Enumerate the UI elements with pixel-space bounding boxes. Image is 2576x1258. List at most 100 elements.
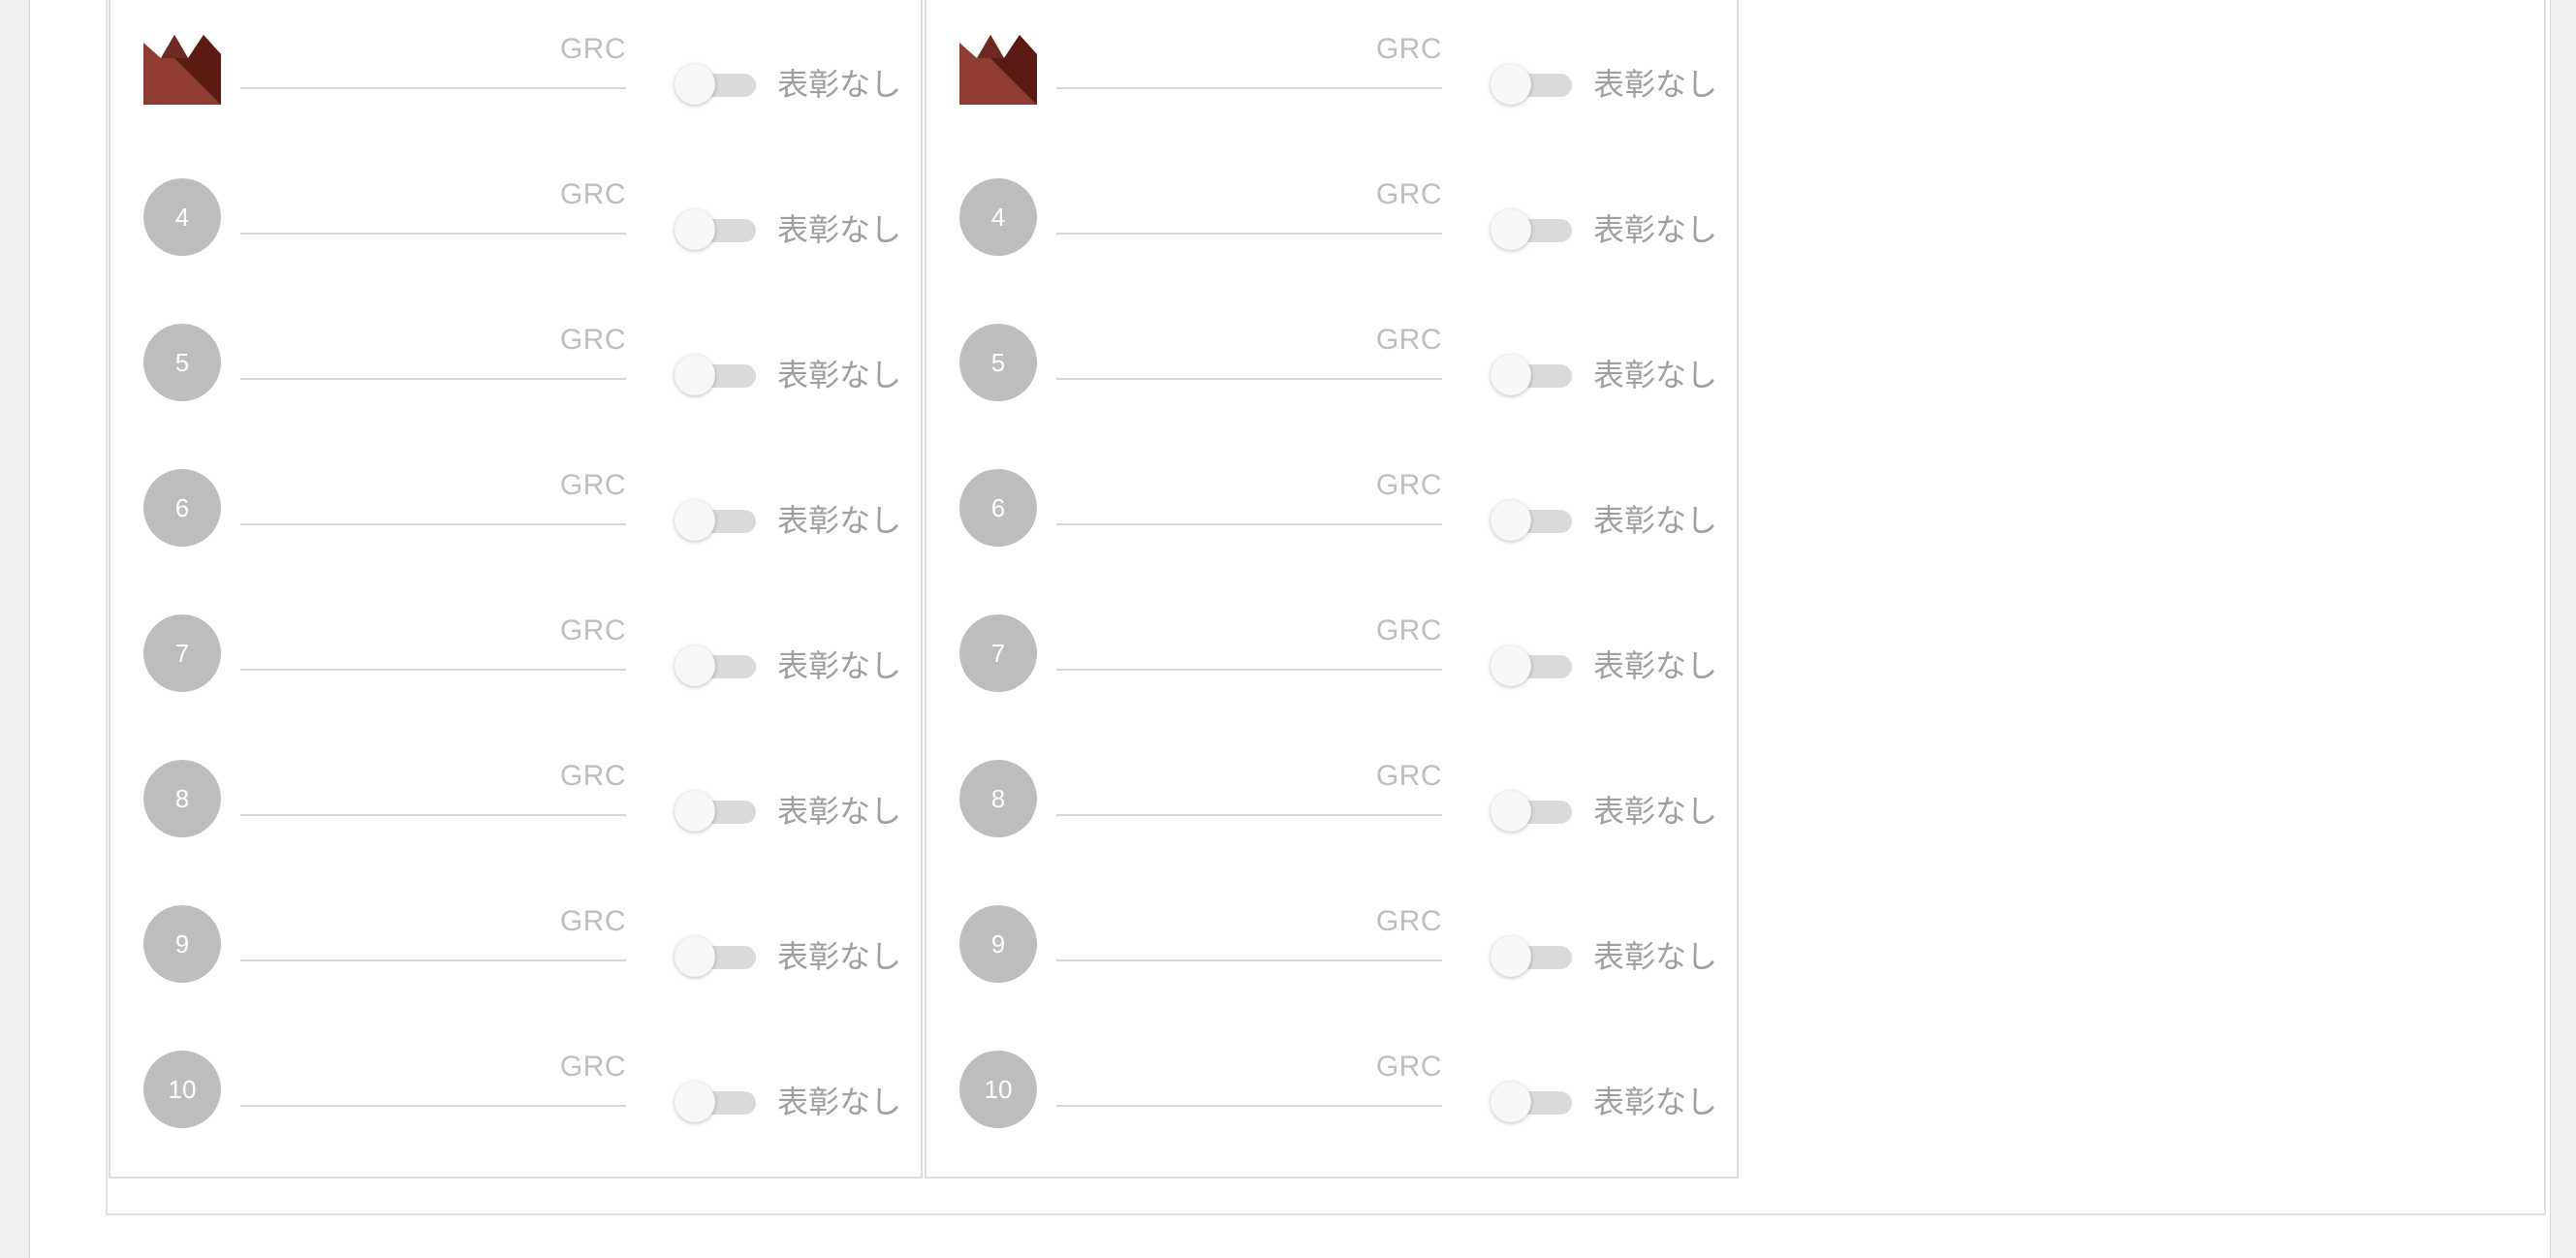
grc-amount-input[interactable]: GRC xyxy=(1056,1047,1442,1107)
toggle-thumb xyxy=(1491,645,1531,686)
prize-row: 9 GRC 表彰なし xyxy=(927,872,1737,1018)
award-toggle[interactable] xyxy=(675,498,762,541)
prize-row: 10 GRC 表彰なし xyxy=(927,1018,1737,1163)
prize-row: 4 GRC 表彰なし xyxy=(927,145,1737,291)
rank-badge: 6 xyxy=(959,469,1037,547)
grc-unit-label: GRC xyxy=(1375,614,1442,646)
grc-amount-input[interactable]: GRC xyxy=(1056,756,1442,816)
prize-row: GRC 表彰なし xyxy=(110,0,921,145)
toggle-thumb xyxy=(675,791,715,832)
prize-row: 5 GRC 表彰なし xyxy=(110,291,921,436)
grc-unit-label: GRC xyxy=(559,178,626,210)
grc-amount-input[interactable]: GRC xyxy=(240,29,626,89)
award-toggle[interactable] xyxy=(1491,1080,1578,1122)
award-toggle-label: 表彰なし xyxy=(1593,503,1718,538)
award-toggle[interactable] xyxy=(1491,62,1578,105)
award-toggle[interactable] xyxy=(1491,353,1578,395)
award-toggle-label: 表彰なし xyxy=(1593,358,1718,393)
grc-unit-label: GRC xyxy=(1375,1051,1442,1083)
prize-row: 7 GRC 表彰なし xyxy=(927,582,1737,727)
prize-row: 6 GRC 表彰なし xyxy=(927,436,1737,582)
award-toggle[interactable] xyxy=(675,207,762,250)
prize-row: 8 GRC 表彰なし xyxy=(110,727,921,872)
rank-badge: 8 xyxy=(959,760,1037,837)
rank-badge: 4 xyxy=(959,178,1037,256)
award-toggle[interactable] xyxy=(1491,789,1578,832)
prize-row: 4 GRC 表彰なし xyxy=(110,145,921,291)
grc-unit-label: GRC xyxy=(559,33,626,65)
rank-badge: 9 xyxy=(143,905,221,983)
prize-panel-1: GRC 表彰なし 4 GRC 表彰なし 5 GRC 表彰なし 6 GRC 表彰なし 7 GRC 表彰なし 8… xyxy=(109,0,923,1179)
grc-amount-input[interactable]: GRC xyxy=(240,756,626,816)
grc-unit-label: GRC xyxy=(1375,33,1442,65)
grc-unit-label: GRC xyxy=(559,469,626,501)
grc-amount-input[interactable]: GRC xyxy=(240,611,626,671)
award-toggle[interactable] xyxy=(675,789,762,832)
toggle-thumb xyxy=(1491,355,1531,395)
award-toggle-label: 表彰なし xyxy=(777,794,902,829)
grc-amount-input[interactable]: GRC xyxy=(1056,611,1442,671)
grc-unit-label: GRC xyxy=(1375,905,1442,937)
grc-amount-input[interactable]: GRC xyxy=(1056,465,1442,525)
toggle-thumb xyxy=(1491,791,1531,832)
grc-amount-input[interactable]: GRC xyxy=(1056,29,1442,89)
award-toggle[interactable] xyxy=(675,1080,762,1122)
rank-badge: 9 xyxy=(959,905,1037,983)
grc-amount-input[interactable]: GRC xyxy=(1056,320,1442,380)
prize-panel-2: GRC 表彰なし 4 GRC 表彰なし 5 GRC 表彰なし 6 GRC 表彰なし 7 GRC 表彰なし 8… xyxy=(925,0,1739,1179)
award-toggle-label: 表彰なし xyxy=(1593,939,1718,974)
award-toggle[interactable] xyxy=(1491,207,1578,250)
award-toggle[interactable] xyxy=(1491,498,1578,541)
award-toggle[interactable] xyxy=(675,644,762,686)
prize-row: 5 GRC 表彰なし xyxy=(927,291,1737,436)
rank-badge: 5 xyxy=(143,324,221,401)
grc-amount-input[interactable]: GRC xyxy=(240,465,626,525)
toggle-thumb xyxy=(1491,64,1531,105)
award-toggle-label: 表彰なし xyxy=(1593,794,1718,829)
award-toggle-label: 表彰なし xyxy=(777,503,902,538)
crown-icon xyxy=(143,35,221,105)
grc-unit-label: GRC xyxy=(559,760,626,792)
award-toggle-label: 表彰なし xyxy=(1593,67,1718,102)
toggle-thumb xyxy=(675,500,715,541)
award-toggle[interactable] xyxy=(675,353,762,395)
award-toggle[interactable] xyxy=(1491,644,1578,686)
award-toggle[interactable] xyxy=(1491,934,1578,977)
crown-icon xyxy=(959,35,1037,105)
grc-unit-label: GRC xyxy=(559,324,626,356)
rank-badge: 10 xyxy=(959,1051,1037,1128)
award-toggle[interactable] xyxy=(675,934,762,977)
rank-badge: 6 xyxy=(143,469,221,547)
toggle-thumb xyxy=(675,936,715,977)
rank-badge: 10 xyxy=(143,1051,221,1128)
prize-row: 10 GRC 表彰なし xyxy=(110,1018,921,1163)
award-toggle-label: 表彰なし xyxy=(777,648,902,683)
grc-unit-label: GRC xyxy=(1375,760,1442,792)
toggle-thumb xyxy=(675,355,715,395)
award-toggle-label: 表彰なし xyxy=(777,1085,902,1119)
grc-amount-input[interactable]: GRC xyxy=(1056,174,1442,235)
rank-badge: 4 xyxy=(143,178,221,256)
grc-unit-label: GRC xyxy=(559,614,626,646)
prize-row: 6 GRC 表彰なし xyxy=(110,436,921,582)
toggle-thumb xyxy=(675,1082,715,1122)
grc-amount-input[interactable]: GRC xyxy=(1056,901,1442,961)
grc-amount-input[interactable]: GRC xyxy=(240,320,626,380)
toggle-thumb xyxy=(1491,209,1531,250)
prize-row: 7 GRC 表彰なし xyxy=(110,582,921,727)
toggle-thumb xyxy=(1491,936,1531,977)
rank-badge: 7 xyxy=(143,614,221,692)
award-toggle-label: 表彰なし xyxy=(1593,1085,1718,1119)
grc-amount-input[interactable]: GRC xyxy=(240,901,626,961)
prize-row: 8 GRC 表彰なし xyxy=(927,727,1737,872)
grc-amount-input[interactable]: GRC xyxy=(240,174,626,235)
award-toggle-label: 表彰なし xyxy=(777,939,902,974)
grc-unit-label: GRC xyxy=(1375,469,1442,501)
grc-amount-input[interactable]: GRC xyxy=(240,1047,626,1107)
grc-unit-label: GRC xyxy=(1375,178,1442,210)
grc-unit-label: GRC xyxy=(559,1051,626,1083)
rank-badge: 7 xyxy=(959,614,1037,692)
award-toggle[interactable] xyxy=(675,62,762,105)
award-toggle-label: 表彰なし xyxy=(777,212,902,247)
prize-row: 9 GRC 表彰なし xyxy=(110,872,921,1018)
